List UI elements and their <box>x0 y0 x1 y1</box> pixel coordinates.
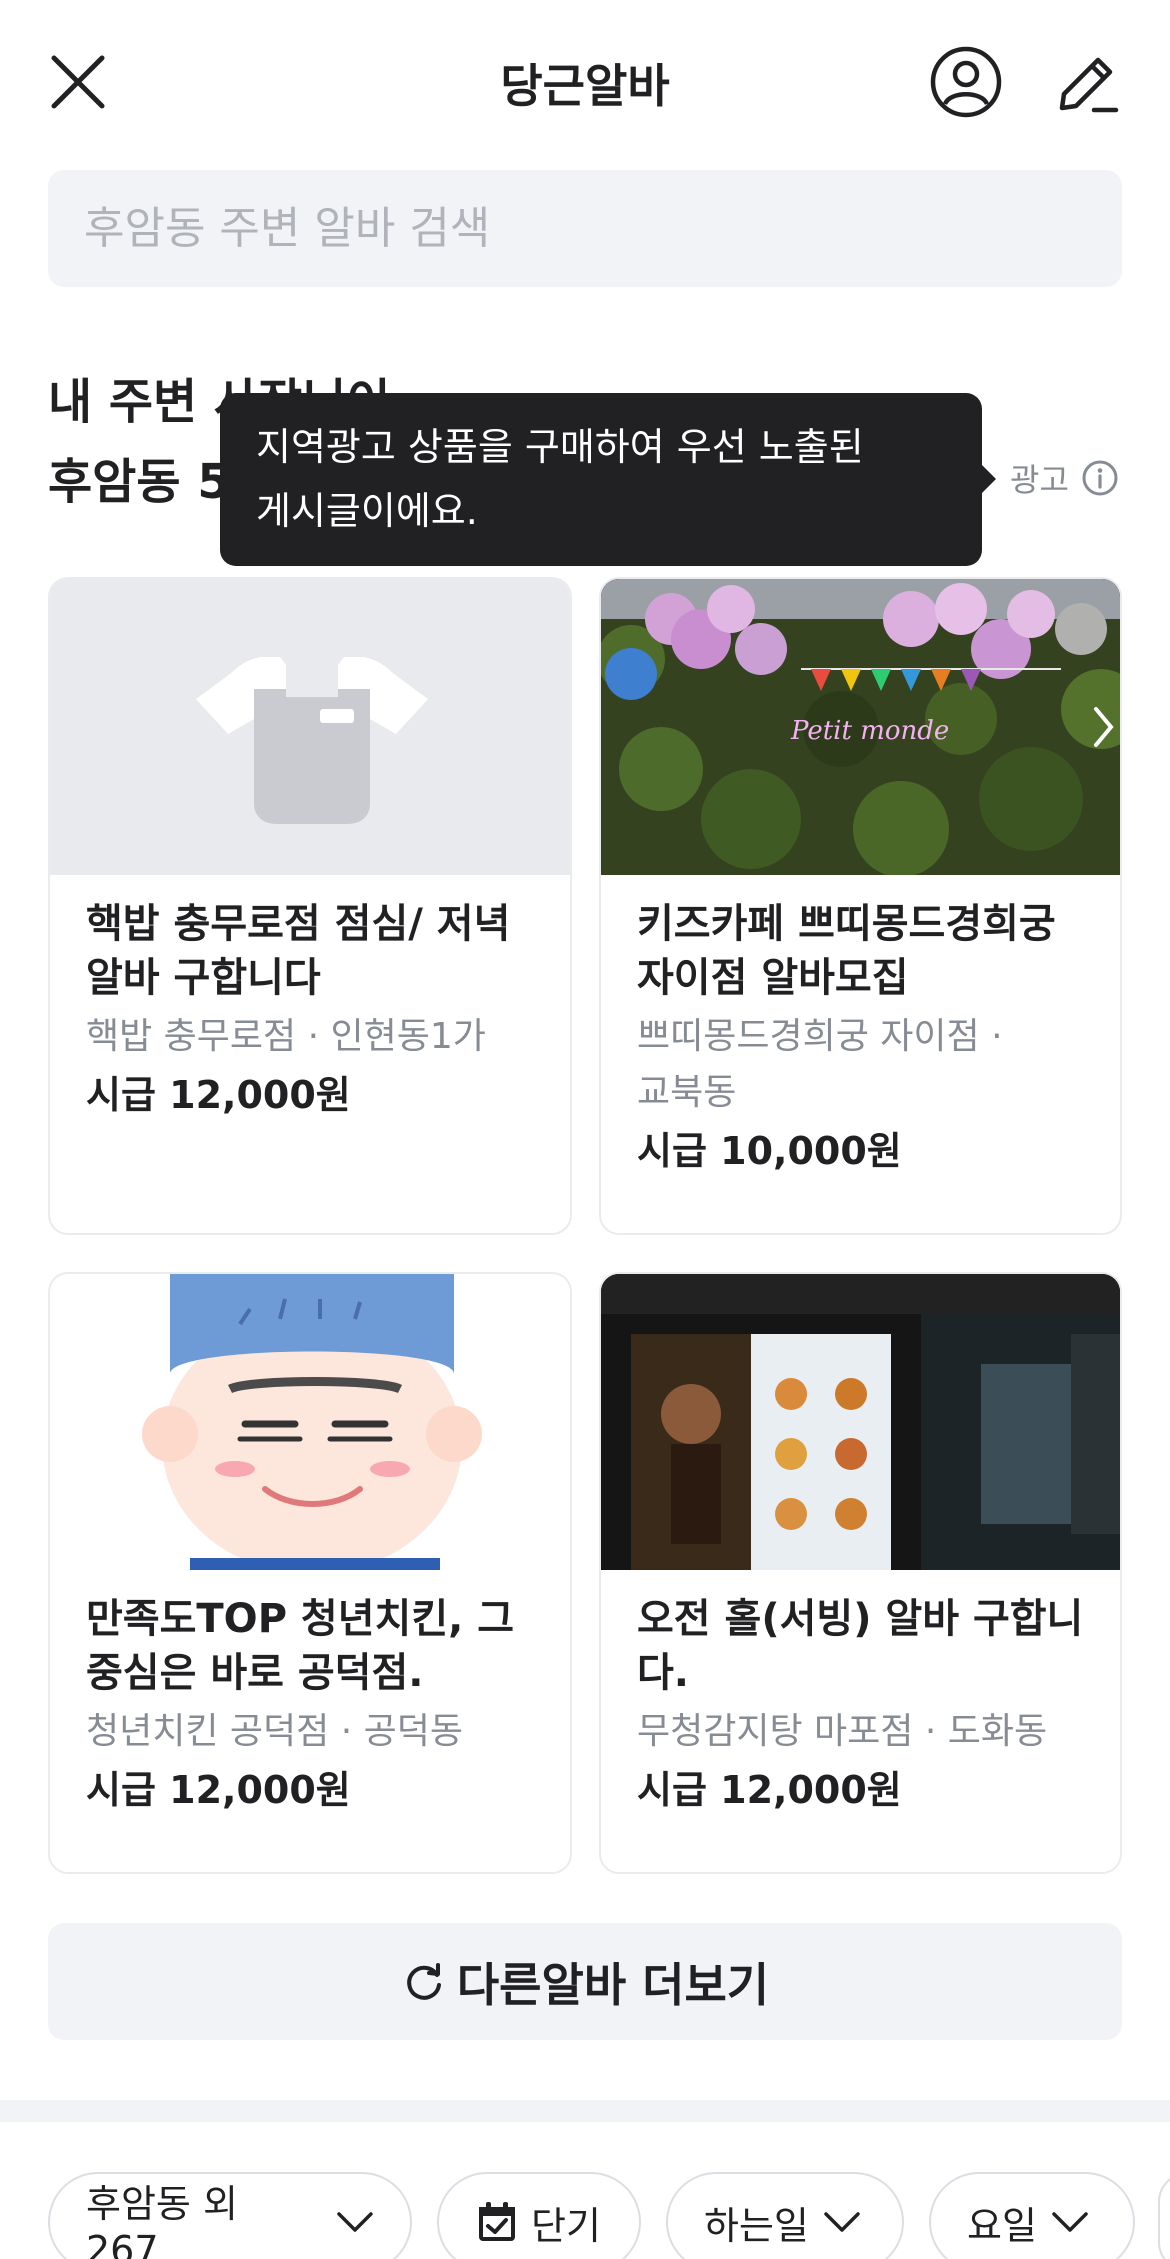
ad-label-text: 광고 <box>1010 461 1069 499</box>
job-pay: 시급 12,000원 <box>86 1768 351 1812</box>
job-card-body: 만족도TOP 청년치킨, 그 중심은 바로 공덕점. 청년치킨 공덕점 · 공덕… <box>86 1592 540 1818</box>
chevron-down-icon <box>1052 2212 1088 2232</box>
neon-sign-text: Petit monde <box>790 716 949 746</box>
job-photo <box>601 1274 1120 1570</box>
write-icon[interactable] <box>1054 50 1120 116</box>
more-jobs-label: 다른알바 더보기 <box>456 1957 770 2012</box>
job-title: 만족도TOP 청년치킨, 그 중심은 바로 공덕점. <box>86 1592 540 1700</box>
job-location: 핵밥 충무로점 · 인현동1가 <box>86 1016 486 1057</box>
job-location-line: 쁘띠몽드경희궁 자이점 · <box>637 1016 1003 1057</box>
job-title-line: 자이점 알바모집 <box>637 955 909 1001</box>
apron-icon <box>196 657 428 824</box>
ad-label[interactable]: 광고 <box>1010 455 1119 501</box>
job-title: 오전 홀(서빙) 알바 구합니 다. <box>637 1592 1090 1700</box>
job-title-line: 알바 구합니다 <box>86 955 321 1001</box>
more-jobs-button[interactable]: 다른알바 더보기 <box>48 1923 1122 2040</box>
job-card[interactable]: 만족도TOP 청년치킨, 그 중심은 바로 공덕점. 청년치킨 공덕점 · 공덕… <box>48 1272 572 1874</box>
filter-chip-job-type[interactable]: 하는일 <box>666 2172 904 2259</box>
job-card[interactable]: Petit monde 키즈카페 쁘띠몽드경희궁 자이점 알바모집 쁘띠몽드경희… <box>599 577 1122 1235</box>
tooltip-line1: 지역광고 상품을 구매하여 우선 노출된 <box>256 425 864 469</box>
job-card-body: 핵밥 충무로점 점심/ 저녁 알바 구합니다 핵밥 충무로점 · 인현동1가 시… <box>86 897 540 1123</box>
profile-icon[interactable] <box>930 46 1002 118</box>
job-photo <box>50 1274 570 1570</box>
filter-chip-location[interactable]: 후암동 외 267 <box>48 2172 412 2259</box>
search-input[interactable] <box>48 170 1122 287</box>
job-pay: 시급 12,000원 <box>86 1073 351 1117</box>
job-title-line: 핵밥 충무로점 점심/ 저녁 <box>86 901 511 947</box>
calendar-check-icon <box>479 2202 515 2241</box>
job-location-line: 교북동 <box>637 1072 737 1113</box>
chevron-down-icon <box>337 2212 373 2232</box>
job-location: 무청감지탕 마포점 · 도화동 <box>637 1711 1048 1752</box>
job-title-line: 오전 홀(서빙) 알바 구합니 <box>637 1596 1084 1642</box>
job-title: 핵밥 충무로점 점심/ 저녁 알바 구합니다 <box>86 897 540 1005</box>
top-bar: 당근알바 <box>0 0 1170 160</box>
filter-chip-label: 하는일 <box>704 2203 809 2248</box>
kids-cafe-photo: Petit monde <box>601 579 1120 875</box>
chicken-mascot-image <box>142 1274 482 1570</box>
job-pay: 시급 10,000원 <box>637 1129 902 1173</box>
job-location: 쁘띠몽드경희궁 자이점 · 교북동 <box>637 1009 1090 1121</box>
job-title: 키즈카페 쁘띠몽드경희궁 자이점 알바모집 <box>637 897 1090 1005</box>
chevron-down-icon <box>824 2212 860 2232</box>
job-title-line: 다. <box>637 1650 689 1696</box>
refresh-icon <box>407 1962 441 2000</box>
filter-chip-label: 후암동 외 267 <box>86 2181 238 2259</box>
filter-chip-day[interactable]: 요일 <box>929 2172 1135 2259</box>
job-card-body: 오전 홀(서빙) 알바 구합니 다. 무청감지탕 마포점 · 도화동 시급 12… <box>637 1592 1090 1818</box>
tooltip-line2: 게시글이에요. <box>256 489 478 533</box>
filter-chip-label: 요일 <box>967 2203 1037 2248</box>
ad-tooltip: 지역광고 상품을 구매하여 우선 노출된 게시글이에요. <box>220 393 996 566</box>
job-title-line: 키즈카페 쁘띠몽드경희궁 <box>637 901 1056 947</box>
job-card-body: 키즈카페 쁘띠몽드경희궁 자이점 알바모집 쁘띠몽드경희궁 자이점 · 교북동 … <box>637 897 1090 1179</box>
job-location: 청년치킨 공덕점 · 공덕동 <box>86 1711 463 1752</box>
filter-chip-more[interactable] <box>1158 2172 1170 2259</box>
restaurant-photo <box>601 1274 1120 1570</box>
job-card[interactable]: 오전 홀(서빙) 알바 구합니 다. 무청감지탕 마포점 · 도화동 시급 12… <box>599 1272 1122 1874</box>
job-card[interactable]: 핵밥 충무로점 점심/ 저녁 알바 구합니다 핵밥 충무로점 · 인현동1가 시… <box>48 577 572 1235</box>
tooltip-arrow <box>980 463 996 495</box>
job-photo: Petit monde <box>601 579 1120 875</box>
info-icon[interactable] <box>1081 459 1119 497</box>
job-pay: 시급 12,000원 <box>637 1768 902 1812</box>
job-thumbnail-placeholder <box>50 579 570 875</box>
section-divider <box>0 2100 1170 2122</box>
filter-chip-short-term[interactable]: 단기 <box>437 2172 641 2259</box>
job-title-line: 중심은 바로 공덕점. <box>86 1650 424 1696</box>
filter-chip-label: 단기 <box>531 2203 601 2248</box>
job-title-line: 만족도TOP 청년치킨, 그 <box>86 1596 515 1642</box>
search-bar[interactable] <box>48 170 1122 287</box>
